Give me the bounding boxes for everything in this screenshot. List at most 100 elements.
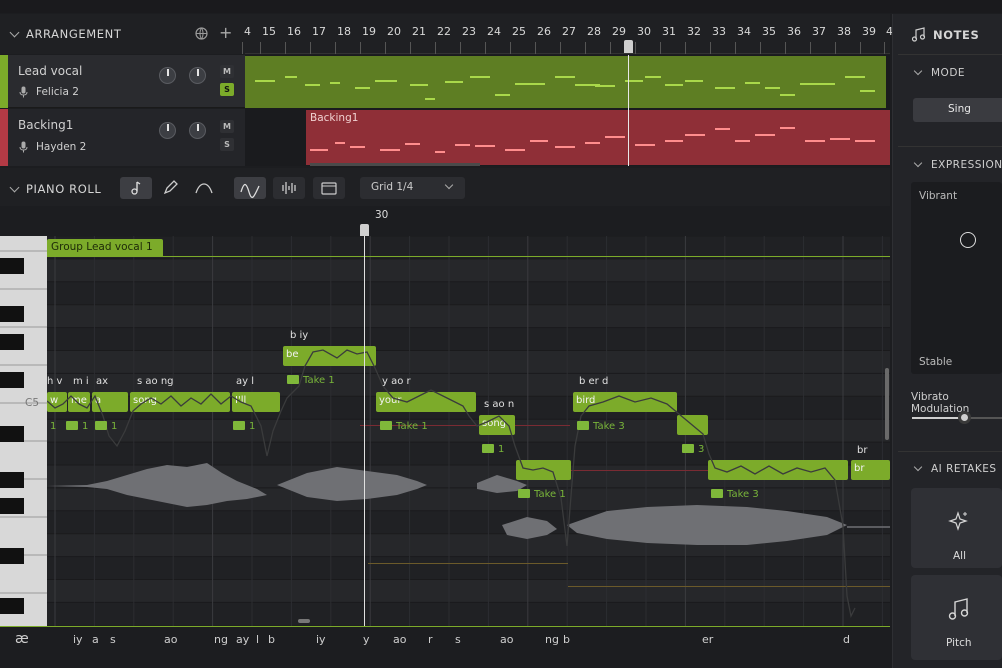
phoneme[interactable]: b: [268, 633, 275, 646]
take-tag[interactable]: Take 3: [577, 421, 625, 432]
playhead-handle[interactable]: [360, 224, 369, 236]
black-key[interactable]: [0, 472, 24, 488]
black-key[interactable]: [0, 334, 24, 350]
take-tag[interactable]: Take 1: [287, 375, 335, 386]
black-key[interactable]: [0, 548, 24, 564]
playhead-line[interactable]: [364, 236, 365, 626]
track-name[interactable]: Backing1: [18, 118, 73, 132]
phoneme-label: m i: [73, 376, 89, 387]
ruler-tick: [735, 42, 736, 54]
mute-button[interactable]: M: [220, 120, 234, 133]
phoneme[interactable]: a: [92, 633, 99, 646]
pan-knob[interactable]: [189, 122, 206, 139]
volume-knob[interactable]: [159, 122, 176, 139]
phoneme[interactable]: s: [110, 633, 116, 646]
pitch-curve-button[interactable]: [234, 177, 266, 199]
phoneme[interactable]: ao: [164, 633, 177, 646]
note-icon: [131, 181, 141, 195]
ruler-bar-number: 37: [812, 25, 826, 38]
ruler-bar-number: 20: [387, 25, 401, 38]
take-tag[interactable]: 1: [50, 421, 56, 432]
phoneme[interactable]: ay: [236, 633, 249, 646]
ruler-tick: [335, 42, 336, 54]
pan-knob[interactable]: [189, 67, 206, 84]
phoneme[interactable]: ao: [393, 633, 406, 646]
take-tag[interactable]: Take 3: [711, 489, 759, 500]
black-key[interactable]: [0, 306, 24, 322]
clapper-icon: [577, 421, 589, 430]
sidebar-divider: [898, 54, 1002, 55]
volume-knob[interactable]: [159, 67, 176, 84]
track-lead-vocal[interactable]: [0, 55, 245, 108]
take-tag[interactable]: Take 1: [518, 489, 566, 500]
phoneme[interactable]: r: [428, 633, 433, 646]
phoneme[interactable]: ng: [545, 633, 559, 646]
take-tag[interactable]: 3: [682, 444, 704, 455]
track-name[interactable]: Lead vocal: [18, 64, 82, 78]
phoneme[interactable]: l: [256, 633, 259, 646]
phoneme[interactable]: d: [843, 633, 850, 646]
ruler-bar-number: 35: [762, 25, 776, 38]
black-key[interactable]: [0, 498, 24, 514]
take-tag[interactable]: Take 1: [380, 421, 428, 432]
phoneme[interactable]: er: [702, 633, 713, 646]
arrangement-scrollbar[interactable]: [310, 163, 480, 166]
phoneme-row-icon[interactable]: æ: [15, 631, 29, 647]
globe-icon[interactable]: [195, 27, 208, 40]
piano-keys[interactable]: [0, 236, 47, 626]
phoneme[interactable]: iy: [73, 633, 83, 646]
phoneme-label: h v: [47, 376, 63, 387]
waveform-button[interactable]: [273, 177, 305, 199]
black-key[interactable]: [0, 258, 24, 274]
curve-icon: [195, 183, 213, 194]
singer-name[interactable]: Felicia 2: [36, 86, 79, 98]
black-key[interactable]: [0, 372, 24, 388]
solo-button[interactable]: S: [220, 83, 234, 96]
grid-select[interactable]: Grid 1/4: [360, 177, 465, 199]
ruler-tick: [860, 42, 861, 54]
vibrato-slider-thumb[interactable]: [958, 411, 971, 424]
ruler-tick: [610, 42, 611, 54]
track-color-strip: [0, 55, 8, 108]
piano-roll-vscrollbar[interactable]: [885, 368, 889, 440]
phoneme[interactable]: iy: [316, 633, 326, 646]
waveform-icon: [282, 182, 296, 194]
expression-pad[interactable]: [911, 182, 1002, 374]
phoneme-label: b er d: [579, 376, 609, 387]
arrangement-playhead[interactable]: [628, 55, 629, 166]
ruler-tick: [385, 42, 386, 54]
singer-name[interactable]: Hayden 2: [36, 141, 86, 153]
black-key[interactable]: [0, 426, 24, 442]
phoneme[interactable]: s: [455, 633, 461, 646]
note-tool-button[interactable]: [120, 177, 152, 199]
ruler-tick: [360, 42, 361, 54]
solo-button[interactable]: S: [220, 138, 234, 151]
mode-value: Sing: [948, 103, 971, 115]
piano-roll-hscroll-thumb[interactable]: [298, 619, 310, 623]
phoneme-label: s ao ng: [137, 376, 174, 387]
phoneme[interactable]: ao: [500, 633, 513, 646]
top-toolbar: [0, 0, 1002, 13]
curve-tool-button[interactable]: [188, 177, 220, 199]
vibrato-slider-fill: [912, 417, 964, 419]
take-view-button[interactable]: [313, 177, 345, 199]
add-track-icon[interactable]: +: [219, 23, 232, 42]
ruler-tick: [635, 42, 636, 54]
take-tag[interactable]: 1: [482, 444, 504, 455]
mute-button[interactable]: M: [220, 65, 234, 78]
phoneme-label: s ao n: [484, 399, 515, 410]
phoneme[interactable]: ng: [214, 633, 228, 646]
black-key[interactable]: [0, 598, 24, 614]
arrangement-playhead-handle[interactable]: [624, 40, 633, 53]
take-tag[interactable]: 1: [66, 421, 88, 432]
sidebar-divider: [898, 451, 1002, 452]
phoneme[interactable]: b: [563, 633, 570, 646]
take-tag[interactable]: 1: [95, 421, 117, 432]
clapper-icon: [518, 489, 530, 498]
pencil-tool-button[interactable]: [154, 177, 186, 199]
expression-bottom-label: Stable: [919, 356, 953, 368]
take-tag[interactable]: 1: [233, 421, 255, 432]
piano-roll-timeline[interactable]: [47, 206, 890, 236]
phoneme[interactable]: y: [363, 633, 370, 646]
expression-handle[interactable]: [960, 232, 976, 248]
